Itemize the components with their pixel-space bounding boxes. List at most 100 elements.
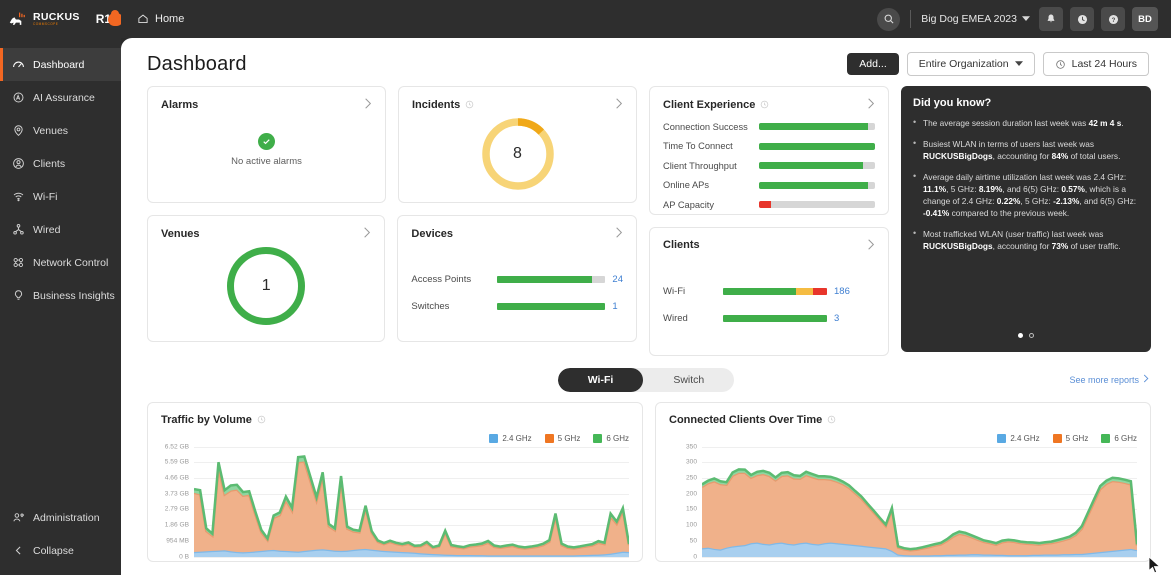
traffic-chart-title: Traffic by Volume — [161, 414, 252, 426]
chevron-right-icon[interactable] — [363, 227, 371, 240]
sidebar-item-business-insights[interactable]: Business Insights — [0, 279, 121, 312]
legend-label: 2.4 GHz — [1010, 434, 1039, 443]
charts-section: Traffic by Volume 2.4 GHz 5 GHz 6 GHz 6.52… — [121, 398, 1171, 562]
sidebar-label: Wired — [33, 224, 60, 236]
search-icon[interactable] — [877, 8, 900, 31]
sidebar-item-wifi[interactable]: Wi-Fi — [0, 180, 121, 213]
sidebar-item-administration[interactable]: Administration — [0, 501, 121, 534]
home-icon — [137, 13, 149, 25]
metric-label: Online APs — [663, 180, 759, 190]
axis-tick-label: 6.52 GB — [165, 443, 189, 450]
chart-series-svg — [702, 447, 1137, 557]
legend-swatch — [1101, 434, 1110, 443]
info-clock-icon — [760, 100, 769, 109]
sidebar-label: Collapse — [33, 545, 74, 557]
legend-item[interactable]: 5 GHz — [545, 434, 581, 443]
sidebar-item-venues[interactable]: Venues — [0, 114, 121, 147]
chevron-right-icon[interactable] — [867, 239, 875, 252]
dashboard-icon — [12, 58, 25, 71]
chevron-right-icon — [1143, 374, 1149, 385]
sidebar-item-collapse[interactable]: Collapse — [0, 534, 121, 567]
legend-item[interactable]: 2.4 GHz — [997, 434, 1039, 443]
traffic-chart-area — [194, 447, 629, 557]
axis-tick-label: 5.59 GB — [165, 459, 189, 466]
page-header: Dashboard Add... Entire Organization Las… — [121, 38, 1171, 76]
brand-name: RUCKUS — [33, 12, 80, 23]
legend-item[interactable]: 2.4 GHz — [489, 434, 531, 443]
see-more-reports-label: See more reports — [1069, 375, 1139, 385]
add-button[interactable]: Add... — [847, 53, 898, 75]
venues-card-header: Venues — [161, 227, 371, 240]
venues-pin-icon — [12, 124, 25, 137]
clients-bar-seg-green — [723, 315, 827, 322]
help-icon[interactable]: ? — [1101, 7, 1125, 31]
clock-icon[interactable] — [1070, 7, 1094, 31]
clients-row-value: 3 — [834, 313, 839, 324]
sidebar: RUCKUS COMMSCOPE R1 Dashboard AI Assuran… — [0, 0, 121, 575]
chevron-right-icon[interactable] — [867, 98, 875, 111]
clients-row-bar — [723, 315, 827, 322]
metric-bar — [759, 182, 875, 189]
legend-item[interactable]: 5 GHz — [1053, 434, 1089, 443]
avatar[interactable]: BD — [1132, 7, 1158, 31]
chevron-right-icon[interactable] — [364, 98, 372, 111]
sidebar-item-dashboard[interactable]: Dashboard — [0, 48, 121, 81]
network-control-icon — [12, 256, 25, 269]
sidebar-item-ai-assurance[interactable]: AI Assurance — [0, 81, 121, 114]
scope-filter-button[interactable]: Entire Organization — [907, 52, 1035, 76]
metric-bar — [759, 201, 875, 208]
devices-list: Access Points 24 Switches 1 — [411, 266, 623, 320]
mouse-cursor — [1148, 556, 1161, 574]
venues-card[interactable]: Venues 1 — [147, 215, 385, 342]
metric-bar — [759, 143, 875, 150]
legend-item[interactable]: 6 GHz — [1101, 434, 1137, 443]
chevron-right-icon[interactable] — [615, 227, 623, 240]
bell-icon[interactable] — [1039, 7, 1063, 31]
summary-cards-middle: Client Experience Connection Success Tim… — [649, 86, 889, 356]
tab-switch[interactable]: Switch — [643, 368, 734, 392]
axis-tick-label: 100 — [686, 522, 697, 529]
org-selector[interactable]: Big Dog EMEA 2023 — [921, 13, 1030, 25]
alarms-card[interactable]: Alarms No active alarms — [147, 86, 386, 203]
incidents-card-header: Incidents — [412, 98, 623, 111]
sidebar-item-network-control[interactable]: Network Control — [0, 246, 121, 279]
sidebar-item-wired[interactable]: Wired — [0, 213, 121, 246]
sidebar-item-clients[interactable]: Clients — [0, 147, 121, 180]
client-experience-row: Time To Connect — [663, 137, 875, 157]
pagination-dot-active[interactable] — [1018, 333, 1023, 338]
client-experience-metrics: Connection Success Time To Connect Clien… — [663, 117, 875, 215]
legend-item[interactable]: 6 GHz — [593, 434, 629, 443]
breadcrumb-home[interactable]: Home — [137, 13, 184, 25]
devices-card[interactable]: Devices Access Points 24 — [397, 215, 637, 342]
did-you-know-pagination[interactable] — [901, 333, 1151, 338]
axis-tick-label: 0 B — [179, 553, 189, 560]
devices-row-value: 24 — [612, 274, 623, 285]
chevron-right-icon[interactable] — [615, 98, 623, 111]
legend-swatch — [997, 434, 1006, 443]
axis-tick-label: 0 — [693, 553, 697, 560]
devices-card-header: Devices — [411, 227, 623, 240]
clients-card[interactable]: Clients Wi-Fi 186 — [649, 227, 889, 356]
axis-tick-label: 150 — [686, 506, 697, 513]
see-more-reports-link[interactable]: See more reports — [1069, 374, 1149, 385]
avatar-initials: BD — [1138, 14, 1152, 25]
info-clock-icon — [257, 415, 266, 424]
chart-series-svg — [194, 447, 629, 557]
page-title: Dashboard — [147, 53, 247, 76]
time-filter-button[interactable]: Last 24 Hours — [1043, 52, 1149, 76]
tab-wifi[interactable]: Wi-Fi — [558, 368, 644, 392]
client-experience-row: Online APs — [663, 176, 875, 196]
chevron-down-icon — [1015, 58, 1023, 70]
client-experience-card-title: Client Experience — [663, 99, 755, 111]
summary-cards-row-1: Alarms No active alarms — [147, 86, 637, 203]
pagination-dot[interactable] — [1029, 333, 1034, 338]
client-experience-card[interactable]: Client Experience Connection Success Tim… — [649, 86, 889, 215]
did-you-know-item: Average daily airtime utilization last w… — [913, 171, 1139, 219]
clients-bar-seg-red — [813, 288, 827, 295]
traffic-chart-yaxis: 6.52 GB5.59 GB4.66 GB3.73 GB2.79 GB1.86 … — [161, 447, 193, 557]
axis-tick-label: 200 — [686, 490, 697, 497]
incidents-count: 8 — [481, 117, 555, 191]
brand-logo[interactable]: RUCKUS COMMSCOPE R1 — [0, 0, 121, 38]
report-type-tabs: Wi-Fi Switch — [558, 368, 735, 392]
incidents-card[interactable]: Incidents — [398, 86, 637, 203]
